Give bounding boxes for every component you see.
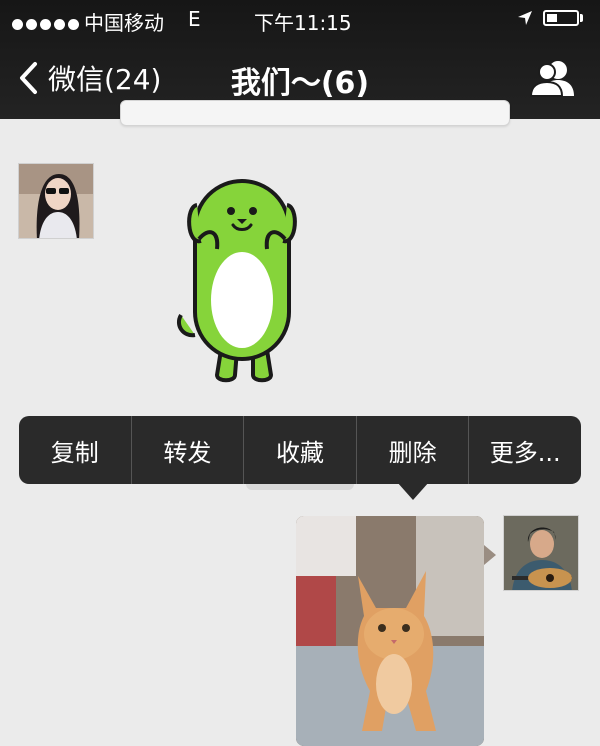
my-avatar[interactable] <box>503 515 579 591</box>
group-contacts-icon[interactable] <box>528 58 576 98</box>
cat-photo <box>296 516 484 746</box>
chat-title: 我们～(6) <box>230 66 370 101</box>
status-bar: 中国移动 E 下午11:15 <box>0 0 600 40</box>
battery-icon <box>543 10 579 26</box>
cat-image-message[interactable] <box>296 516 484 746</box>
signal-strength-icon <box>12 11 82 35</box>
menu-delete-button[interactable]: 删除 <box>357 416 470 484</box>
green-dog-sticker[interactable] <box>175 175 305 390</box>
bubble-tail <box>484 545 496 565</box>
menu-copy-button[interactable]: 复制 <box>19 416 132 484</box>
carrier-name: 中国移动 <box>84 11 164 35</box>
avatar-photo <box>504 516 578 590</box>
network-type: E <box>188 7 201 31</box>
status-time: 下午11:15 <box>254 11 352 35</box>
location-arrow-icon <box>518 11 532 25</box>
message-context-menu: 复制 转发 收藏 删除 更多... <box>19 416 581 484</box>
menu-forward-button[interactable]: 转发 <box>132 416 245 484</box>
sender-avatar[interactable] <box>18 163 94 239</box>
previous-message-card <box>120 100 510 126</box>
menu-favorite-button[interactable]: 收藏 <box>244 416 357 484</box>
menu-more-button[interactable]: 更多... <box>469 416 581 484</box>
menu-pointer-arrow <box>397 482 429 500</box>
avatar-photo <box>19 164 93 238</box>
battery-tip <box>580 14 583 22</box>
